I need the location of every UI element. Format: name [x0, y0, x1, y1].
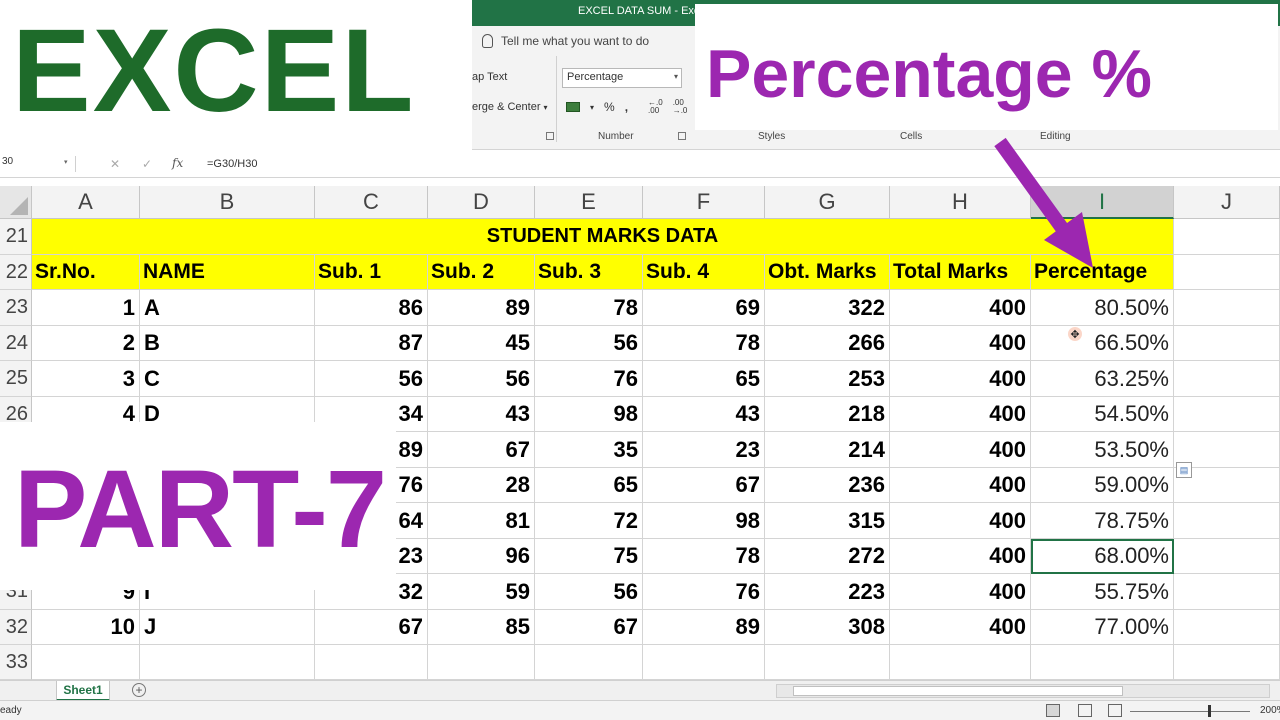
arrow-icon — [994, 137, 1093, 268]
part-overlay-title: PART-7 — [14, 448, 387, 571]
